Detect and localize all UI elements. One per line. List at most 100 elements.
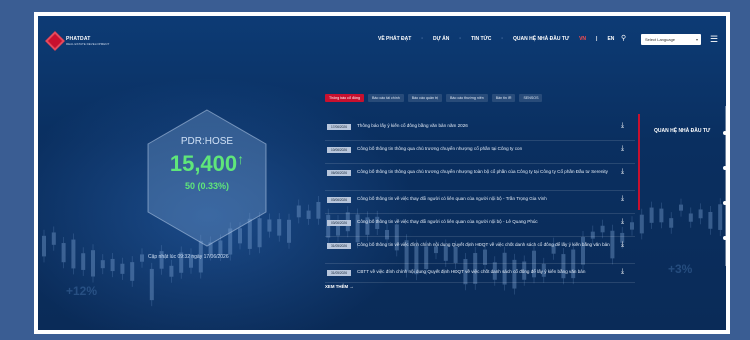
stock-widget: PDR:HOSE 15,400↑ 50 (0.33%) xyxy=(146,108,268,248)
logo[interactable]: PHATDAT REAL ESTATE DEVELOPMENT xyxy=(45,31,110,51)
background-candle xyxy=(110,258,115,272)
rail-dot[interactable] xyxy=(723,236,726,240)
news-date: 10/06/2026 xyxy=(327,147,351,153)
list-item[interactable]: 10/06/2026 Công bố thông tin thông qua ch… xyxy=(325,141,635,164)
background-candle xyxy=(688,213,693,222)
background-candle xyxy=(287,219,291,243)
news-title[interactable]: Công bố thông tin thông qua chủ trương c… xyxy=(357,145,612,152)
background-candle xyxy=(639,214,644,234)
ir-tabs: Thông báo cổ đông Báo cáo tài chính Báo … xyxy=(325,94,543,102)
hexagon-shape xyxy=(147,109,267,247)
list-item[interactable]: 31/05/2026 CBTT về việc đính chính nội du… xyxy=(325,264,635,283)
news-title[interactable]: Công bố thông tin về việc thay đổi người… xyxy=(357,195,612,202)
background-candle xyxy=(277,219,282,236)
nav-item-news[interactable]: TIN TỨC xyxy=(471,36,491,42)
download-icon[interactable]: ⤓ xyxy=(621,195,624,203)
download-icon[interactable]: ⤓ xyxy=(621,218,624,226)
search-icon[interactable]: ⚲ xyxy=(621,34,626,42)
background-candle xyxy=(669,218,674,228)
nav-separator: · xyxy=(501,36,503,42)
nav-separator: · xyxy=(459,36,462,42)
background-candle xyxy=(100,260,105,269)
news-date: 31/05/2026 xyxy=(327,243,351,249)
list-item[interactable]: 31/05/2026 Công bố thông tin về việc đính… xyxy=(325,237,635,264)
background-candle xyxy=(42,235,46,257)
background-candle xyxy=(649,207,654,223)
download-icon[interactable]: ⤓ xyxy=(621,268,624,276)
list-item[interactable]: 06/06/2026 Công bố thông tin thông qua ch… xyxy=(325,164,635,191)
background-candle xyxy=(120,263,125,274)
tab-ir-newsletter[interactable]: Bản tin IR xyxy=(491,94,516,102)
background-candle xyxy=(149,268,154,301)
stock-price-value: 15,400 xyxy=(169,151,238,176)
nav-separator: · xyxy=(421,36,424,42)
news-date: 03/06/2026 xyxy=(327,197,351,203)
background-percent-left: +12% xyxy=(66,284,98,298)
stock-change: 50 (0.33%) xyxy=(184,181,230,191)
lang-vn-link[interactable]: VN xyxy=(579,36,586,42)
news-title[interactable]: CBTT về việc đính chính nội dung Quyết đ… xyxy=(357,268,612,275)
news-date: 03/06/2026 xyxy=(327,220,351,226)
list-item[interactable]: 03/06/2026 Công bố thông tin về việc thay… xyxy=(325,191,635,214)
main-nav: VỀ PHÁT ĐẠT · DỰ ÁN · TIN TỨC · QUAN HỆ … xyxy=(378,36,614,42)
logo-mark-icon xyxy=(45,31,65,51)
stock-symbol: PDR:HOSE xyxy=(180,136,234,147)
news-title[interactable]: Thông báo lấy ý kiến cổ đông bằng văn bả… xyxy=(357,122,612,129)
news-title[interactable]: Công bố thông tin về việc thay đổi người… xyxy=(357,218,612,225)
nav-item-about[interactable]: VỀ PHÁT ĐẠT xyxy=(378,36,411,42)
background-candle xyxy=(267,219,272,232)
news-list: 17/06/2026 Thông báo lấy ý kiến cổ đông b… xyxy=(325,118,635,283)
background-candle xyxy=(708,211,713,229)
tab-sensos[interactable]: SENSOS xyxy=(519,94,543,102)
nav-item-investor-relations[interactable]: QUAN HỆ NHÀ ĐẦU TƯ xyxy=(513,36,569,42)
rail-dot[interactable] xyxy=(723,201,726,205)
background-candle xyxy=(81,253,86,270)
stock-price: 15,400↑ xyxy=(146,151,268,177)
list-item[interactable]: 17/06/2026 Thông báo lấy ý kiến cổ đông b… xyxy=(325,118,635,141)
page-viewport: +12% +3% PHATDAT REAL ESTATE DEVELOPMENT… xyxy=(38,16,726,330)
news-title[interactable]: Công bố thông tin về việc đính chính nội… xyxy=(357,241,612,248)
logo-tagline: REAL ESTATE DEVELOPMENT xyxy=(66,42,110,46)
background-candle xyxy=(718,204,723,230)
background-candle xyxy=(659,208,664,223)
news-date: 31/05/2026 xyxy=(327,270,351,276)
list-item[interactable]: 03/06/2026 Công bố thông tin về việc thay… xyxy=(325,214,635,237)
rail-dot[interactable] xyxy=(723,131,726,135)
background-candle xyxy=(698,209,703,219)
scroll-indicator[interactable] xyxy=(638,114,640,210)
tab-shareholder-notices[interactable]: Thông báo cổ đông xyxy=(325,94,364,102)
tab-annual-reports[interactable]: Báo cáo thường niên xyxy=(445,94,488,102)
see-more-link[interactable]: XEM THÊM → xyxy=(325,284,354,289)
download-icon[interactable]: ⤓ xyxy=(621,168,624,176)
language-select-value: Select Language xyxy=(645,37,676,42)
rail-dot[interactable] xyxy=(723,166,726,170)
background-candle xyxy=(316,201,321,219)
nav-item-projects[interactable]: DỰ ÁN xyxy=(433,36,449,42)
background-candle xyxy=(91,250,95,277)
download-icon[interactable]: ⤓ xyxy=(621,241,624,249)
lang-separator: | xyxy=(596,36,598,42)
background-candle xyxy=(679,204,683,211)
background-candle xyxy=(296,205,301,218)
tab-governance-reports[interactable]: Báo cáo quản trị xyxy=(407,94,442,102)
arrow-up-icon: ↑ xyxy=(237,151,245,167)
chevron-down-icon: ▾ xyxy=(695,37,698,42)
hamburger-menu-icon[interactable]: ☰ xyxy=(710,34,718,45)
download-icon[interactable]: ⤓ xyxy=(621,145,624,153)
background-candle xyxy=(169,265,174,277)
background-candle xyxy=(71,239,76,269)
lang-en-link[interactable]: EN xyxy=(607,36,614,42)
tab-financial-reports[interactable]: Báo cáo tài chính xyxy=(367,94,404,102)
download-icon[interactable]: ⤓ xyxy=(621,122,624,130)
news-title[interactable]: Công bố thông tin thông qua chủ trương c… xyxy=(357,168,612,175)
background-candle xyxy=(140,254,144,262)
rail-line xyxy=(725,106,726,266)
stock-update-time: Cập nhật lúc 09:32 ngày 17/06/2026 xyxy=(148,254,229,260)
news-date: 17/06/2026 xyxy=(327,124,351,130)
news-date: 06/06/2026 xyxy=(327,170,351,176)
background-percent-right: +3% xyxy=(668,262,693,276)
background-candle xyxy=(130,262,135,281)
background-candle xyxy=(51,232,56,245)
language-select[interactable]: Select Language ▾ xyxy=(641,34,701,45)
rail-label-investor-relations[interactable]: QUAN HỆ NHÀ ĐẦU TƯ xyxy=(654,128,710,134)
